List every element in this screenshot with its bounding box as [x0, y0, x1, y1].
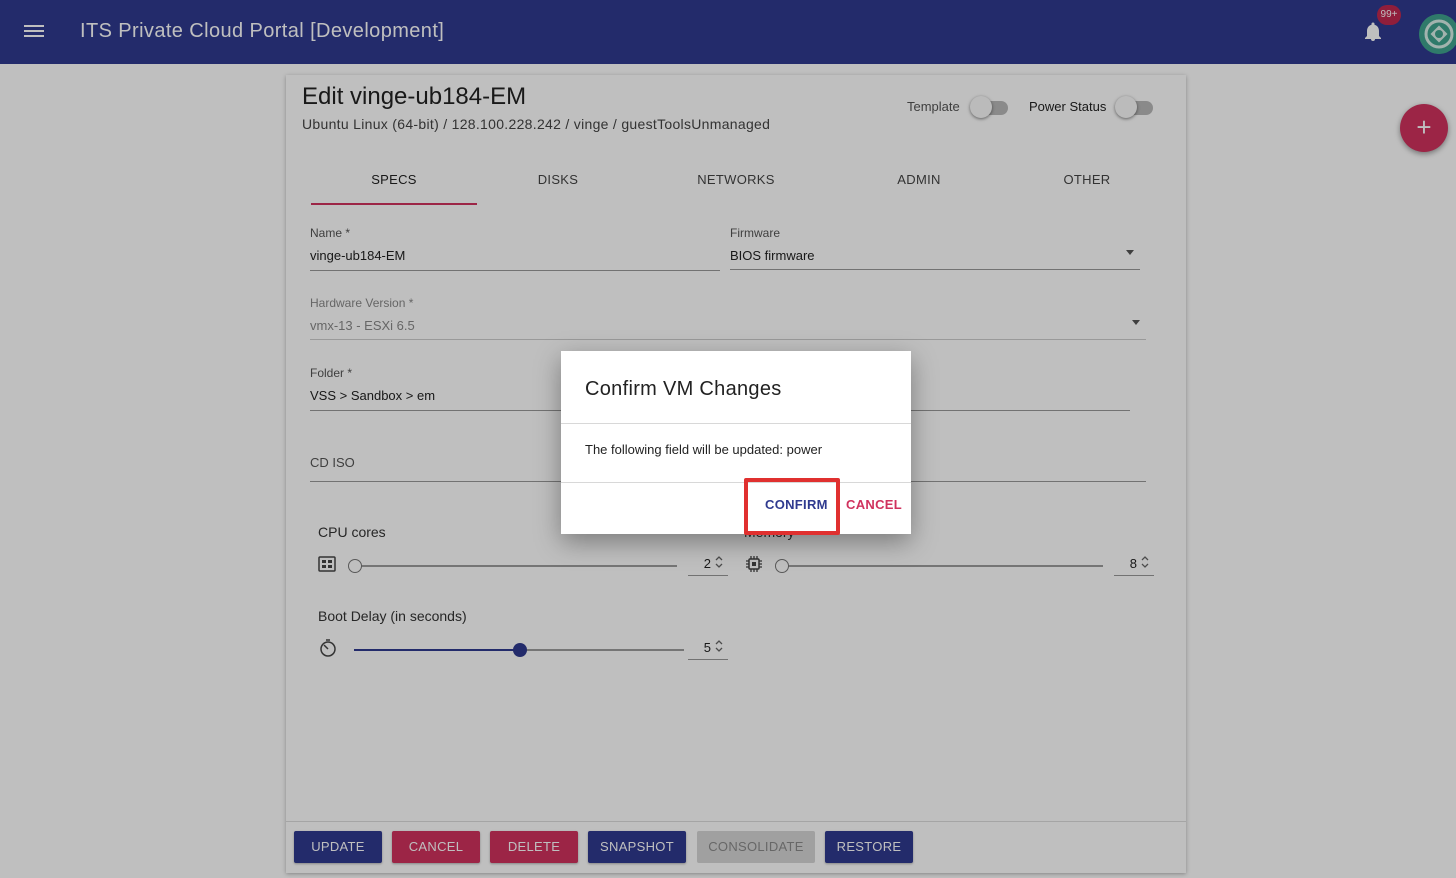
dialog-divider	[561, 482, 911, 483]
dialog-divider	[561, 423, 911, 424]
confirm-highlight-box	[744, 478, 840, 535]
dialog-cancel-button[interactable]: CANCEL	[846, 497, 902, 512]
dialog-title: Confirm VM Changes	[585, 378, 782, 400]
dialog-message: The following field will be updated: pow…	[585, 442, 823, 457]
confirm-dialog: Confirm VM Changes The following field w…	[561, 351, 911, 534]
